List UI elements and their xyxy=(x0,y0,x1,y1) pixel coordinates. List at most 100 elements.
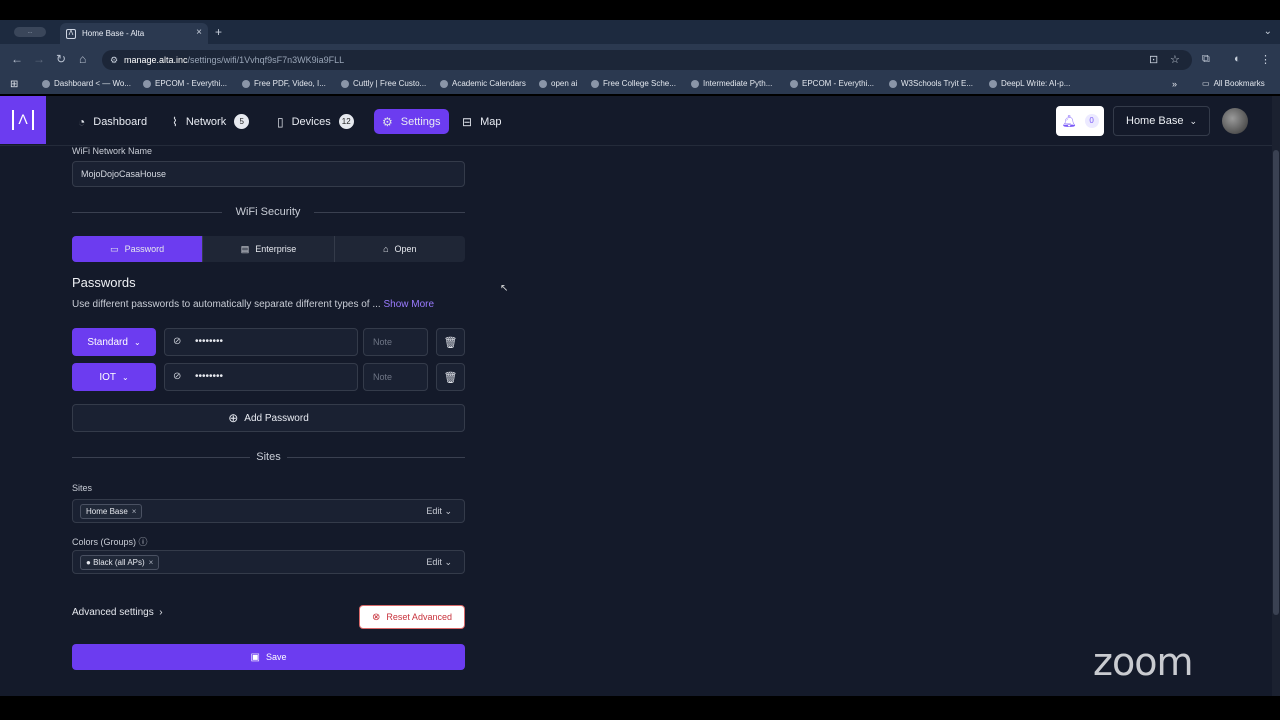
page-scrollbar-thumb[interactable] xyxy=(1273,150,1279,615)
bookmark-item[interactable]: Academic Calendars xyxy=(440,79,526,88)
sites-label: Sites xyxy=(72,483,93,493)
browser-menu-icon[interactable]: ⋮ xyxy=(1260,53,1271,66)
tab-search-chevron-icon[interactable]: ⌄ xyxy=(1264,26,1272,37)
password-type-dropdown[interactable]: IOT ⌄ xyxy=(72,363,156,391)
eye-off-icon[interactable]: ⊘ xyxy=(173,329,181,355)
password-input[interactable]: ⊘ •••••••• xyxy=(164,363,358,391)
site-selector[interactable]: Home Base ⌄ xyxy=(1113,106,1210,136)
nav-settings[interactable]: ⚙ Settings xyxy=(374,109,449,134)
browser-tab-title: Home Base - Alta xyxy=(82,29,145,38)
home-icon[interactable]: ⌂ xyxy=(79,52,86,66)
install-app-icon[interactable]: ⊡ xyxy=(1149,53,1158,66)
reset-advanced-button[interactable]: ⊗ Reset Advanced xyxy=(359,605,465,629)
password-type-dropdown[interactable]: Standard ⌄ xyxy=(72,328,156,356)
bookmark-star-icon[interactable]: ☆ xyxy=(1170,53,1180,66)
bookmark-item[interactable]: open ai xyxy=(539,79,577,88)
show-more-link[interactable]: Show More xyxy=(383,299,434,310)
notifications-button[interactable]: 🔔︎ 0 xyxy=(1056,106,1104,136)
divider xyxy=(314,212,465,213)
save-button[interactable]: ▣ Save xyxy=(72,644,465,670)
password-input[interactable]: ⊘ •••••••• xyxy=(164,328,358,356)
home-icon: ⌂ xyxy=(383,244,389,254)
colors-select[interactable]: ● Black (all APs) × Edit ⌄ xyxy=(72,550,465,574)
plus-circle-icon: ⊕ xyxy=(228,411,239,425)
profile-icon[interactable]: ◐ xyxy=(1234,53,1241,65)
reload-icon[interactable]: ↻ xyxy=(56,52,66,66)
tab-open[interactable]: ⌂ Open xyxy=(335,236,465,262)
help-icon[interactable]: ⓘ xyxy=(139,537,148,547)
advanced-settings-toggle[interactable]: Advanced settings › xyxy=(72,607,163,618)
devices-icon: ▯ xyxy=(277,114,284,129)
tab-password[interactable]: ▭ Password xyxy=(72,236,204,262)
note-input[interactable]: Note xyxy=(363,363,428,391)
bookmark-item[interactable]: Cuttly | Free Custo... xyxy=(341,79,426,88)
bookmark-item[interactable]: EPCOM - Everythi... xyxy=(143,79,227,88)
delete-password-button[interactable]: 🗑︎ xyxy=(436,328,465,356)
devices-count-badge: 12 xyxy=(338,114,354,129)
note-input[interactable]: Note xyxy=(363,328,428,356)
sites-select[interactable]: Home Base × Edit ⌄ xyxy=(72,499,465,523)
black-dot-icon: ● xyxy=(86,558,91,567)
network-count-badge: 5 xyxy=(234,114,250,129)
new-tab-icon[interactable]: + xyxy=(215,25,222,39)
tab-group-pill[interactable]: ... xyxy=(14,27,46,37)
remove-chip-icon[interactable]: × xyxy=(149,558,154,567)
nav-network[interactable]: ⌇ Network 5 xyxy=(164,109,257,134)
wifi-name-label: WiFi Network Name xyxy=(72,146,153,156)
back-arrow-icon[interactable]: ← xyxy=(11,52,23,66)
delete-password-button[interactable]: 🗑︎ xyxy=(436,363,465,391)
add-password-button[interactable]: ⊕ Add Password xyxy=(72,404,465,432)
sitemap-icon: ⊟ xyxy=(462,114,473,129)
bookmark-item[interactable]: Intermediate Pyth... xyxy=(691,79,772,88)
chevron-down-icon: ⌄ xyxy=(444,557,452,567)
floppy-disk-icon: ▣ xyxy=(250,651,260,663)
colors-edit-button[interactable]: Edit ⌄ xyxy=(426,551,452,573)
address-bar[interactable]: ⚙ manage.alta.inc/settings/wifi/1Vvhqf9s… xyxy=(102,50,1192,70)
chevron-down-icon: ⌄ xyxy=(133,337,141,347)
passwords-heading: Passwords xyxy=(72,275,136,290)
chevron-right-icon: › xyxy=(159,607,163,618)
trash-icon: 🗑︎ xyxy=(443,336,458,349)
bell-icon: 🔔︎ xyxy=(1061,114,1077,128)
tab-enterprise[interactable]: ▤ Enterprise xyxy=(203,236,335,262)
site-info-icon[interactable]: ⚙ xyxy=(110,50,118,70)
alta-logo-icon: Λ xyxy=(12,110,34,130)
alta-logo[interactable]: Λ xyxy=(0,96,46,144)
folder-icon: ▭ xyxy=(1202,79,1210,88)
wifi-name-input[interactable]: MojoDojoCasaHouse xyxy=(72,161,465,187)
close-tab-icon[interactable]: × xyxy=(196,27,202,38)
x-circle-icon: ⊗ xyxy=(372,611,381,623)
divider xyxy=(287,457,465,458)
nav-dashboard[interactable]: ◔ Dashboard xyxy=(70,109,155,134)
all-bookmarks-folder[interactable]: ▭ All Bookmarks xyxy=(1202,79,1265,88)
security-type-tabs: ▭ Password ▤ Enterprise ⌂ Open xyxy=(72,236,465,262)
remove-chip-icon[interactable]: × xyxy=(132,507,137,516)
nav-devices[interactable]: ▯ Devices 12 xyxy=(269,109,362,134)
sites-edit-button[interactable]: Edit ⌄ xyxy=(426,500,452,522)
extensions-icon[interactable]: ⧉ xyxy=(1202,53,1210,66)
bookmark-item[interactable]: Dashboard < — Wo... xyxy=(42,79,131,88)
url-host: manage.alta.inc xyxy=(124,55,188,65)
color-group-chip: ● Black (all APs) × xyxy=(80,555,160,570)
url-path: /settings/wifi/1Vvhqf9sF7n3WK9ia9FLL xyxy=(187,55,345,65)
bookmark-item[interactable]: Free PDF, Video, I... xyxy=(242,79,326,88)
building-icon: ▤ xyxy=(240,243,250,254)
forward-arrow-icon[interactable]: → xyxy=(33,52,45,66)
bookmark-item[interactable]: DeepL Write: AI-p... xyxy=(989,79,1070,88)
trash-icon: 🗑︎ xyxy=(443,371,458,384)
notification-count: 0 xyxy=(1084,114,1099,128)
apps-grid-icon[interactable]: ⊞ xyxy=(10,79,18,90)
bookmark-item[interactable]: Free College Sche... xyxy=(591,79,676,88)
nav-map[interactable]: ⊟ Map xyxy=(454,109,509,134)
password-icon: ▭ xyxy=(110,243,119,254)
avatar[interactable] xyxy=(1222,108,1248,134)
divider xyxy=(72,457,250,458)
passwords-description: Use different passwords to automatically… xyxy=(72,299,435,310)
site-chip: Home Base × xyxy=(80,504,143,519)
eye-off-icon[interactable]: ⊘ xyxy=(173,364,181,390)
bookmark-item[interactable]: W3Schools Tryit E... xyxy=(889,79,973,88)
browser-tab[interactable]: Λ Home Base - Alta × xyxy=(60,23,208,44)
zoom-watermark: zoom xyxy=(1093,640,1193,684)
more-bookmarks-icon[interactable]: » xyxy=(1172,79,1177,89)
bookmark-item[interactable]: EPCOM - Everythi... xyxy=(790,79,874,88)
